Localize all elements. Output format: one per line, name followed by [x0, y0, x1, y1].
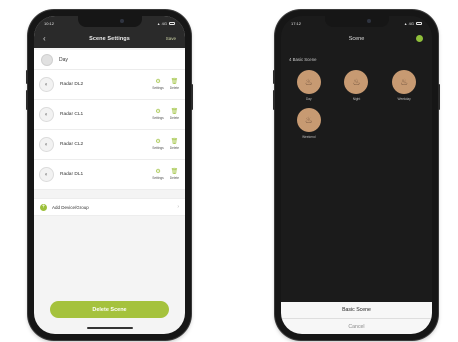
lamp-icon: ♨: [344, 70, 369, 94]
power-button: [191, 84, 193, 110]
add-device-group-label: Add Device/Group: [52, 204, 89, 210]
back-chevron-icon[interactable]: ‹: [43, 34, 57, 43]
carrier-label: 4G: [161, 21, 167, 26]
device-row[interactable]: ◐ Radar CL1 ⚙ Settings 🗑︎ Delete: [34, 100, 185, 130]
scene-name-row[interactable]: Day: [34, 50, 185, 70]
section-title: 4 Basic Scene: [289, 57, 317, 62]
action-sheet: Basic Scene Cancel: [281, 302, 432, 334]
right-phone-frame: 17:12 ▴ 4G Scene 4 Basic Scene ♨ Day ♨ N…: [273, 10, 440, 340]
home-indicator: [86, 327, 133, 329]
scene-tile[interactable]: ♨ Night: [333, 70, 381, 101]
page-title: Scene Settings: [89, 35, 130, 42]
radar-sensor-icon: ◐: [39, 77, 54, 92]
cancel-button[interactable]: Cancel: [281, 318, 432, 334]
device-row[interactable]: ◐ Radar DL2 ⚙ Settings 🗑︎ Delete: [34, 70, 185, 100]
phone-notch: [324, 16, 389, 27]
gear-icon: ⚙: [155, 169, 161, 175]
scene-tile[interactable]: ♨ Day: [285, 70, 333, 101]
nav-bar: Scene: [281, 29, 432, 49]
lamp-icon: ♨: [296, 108, 321, 132]
signal-icon: ▴: [404, 21, 407, 26]
scene-avatar: [41, 53, 53, 66]
radar-sensor-icon: ◐: [39, 107, 54, 122]
nav-bar: ‹ Scene Settings Save: [34, 29, 185, 48]
device-row[interactable]: ◐ Radar CL2 ⚙ Settings 🗑︎ Delete: [34, 130, 185, 160]
device-name: Radar DL1: [60, 172, 84, 177]
profile-icon[interactable]: [416, 35, 423, 42]
phone-notch: [77, 16, 142, 27]
status-time: 17:12: [291, 21, 302, 26]
scene-tile[interactable]: ♨ Weekday: [380, 70, 428, 101]
signal-icon: ▴: [157, 21, 160, 26]
volume-button: [273, 90, 275, 110]
device-row[interactable]: ◐ Radar DL1 ⚙ Settings 🗑︎ Delete: [34, 160, 185, 190]
device-delete-button[interactable]: 🗑︎ Delete: [170, 139, 179, 150]
lamp-icon: ♨: [392, 70, 417, 94]
carrier-label: 4G: [408, 21, 414, 26]
battery-icon: [169, 22, 175, 25]
volume-button: [26, 70, 28, 84]
scene-label: Day: [305, 97, 312, 101]
device-settings-button[interactable]: ⚙ Settings: [152, 79, 164, 90]
scene-settings-screen: 10:12 ▴ 4G ‹ Scene Settings Save Day ◐ R…: [34, 16, 185, 334]
volume-button: [273, 70, 275, 84]
basic-scene-option[interactable]: Basic Scene: [281, 302, 432, 318]
left-phone-frame: 10:12 ▴ 4G ‹ Scene Settings Save Day ◐ R…: [26, 10, 193, 340]
scene-list-screen: 17:12 ▴ 4G Scene 4 Basic Scene ♨ Day ♨ N…: [281, 16, 432, 334]
gear-icon: ⚙: [155, 139, 161, 145]
trash-icon: 🗑︎: [170, 139, 179, 145]
gear-icon: ⚙: [155, 79, 161, 85]
device-name: Radar CL1: [60, 112, 84, 117]
device-settings-button[interactable]: ⚙ Settings: [152, 169, 164, 180]
scene-label: Night: [352, 97, 361, 101]
radar-sensor-icon: ◐: [39, 167, 54, 182]
device-settings-button[interactable]: ⚙ Settings: [152, 109, 164, 120]
scene-name-text: Day: [59, 56, 68, 63]
device-delete-button[interactable]: 🗑︎ Delete: [170, 109, 179, 120]
trash-icon: 🗑︎: [170, 109, 179, 115]
save-button[interactable]: Save: [162, 36, 176, 41]
scene-tile[interactable]: ♨ Weekend: [285, 108, 333, 139]
device-name: Radar CL2: [60, 142, 84, 147]
device-delete-button[interactable]: 🗑︎ Delete: [170, 79, 179, 90]
device-list: ◐ Radar DL2 ⚙ Settings 🗑︎ Delete ◐ Radar…: [34, 70, 185, 190]
trash-icon: 🗑︎: [170, 169, 179, 175]
scene-grid: ♨ Day ♨ Night ♨ Weekday ♨ Weekend: [281, 70, 432, 139]
volume-button: [26, 90, 28, 110]
delete-scene-button[interactable]: Delete Scene: [50, 301, 169, 318]
battery-icon: [416, 22, 422, 25]
add-device-group-row[interactable]: + Add Device/Group ›: [34, 198, 185, 216]
chevron-right-icon: ›: [177, 204, 179, 210]
trash-icon: 🗑︎: [170, 79, 179, 85]
radar-sensor-icon: ◐: [39, 137, 54, 152]
plus-circle-icon: +: [40, 203, 47, 211]
device-settings-button[interactable]: ⚙ Settings: [152, 139, 164, 150]
scene-label: Weekday: [397, 97, 411, 101]
device-delete-button[interactable]: 🗑︎ Delete: [170, 169, 179, 180]
power-button: [438, 84, 440, 110]
lamp-icon: ♨: [296, 70, 321, 94]
status-time: 10:12: [44, 21, 55, 26]
page-title: Scene: [348, 36, 365, 42]
gear-icon: ⚙: [155, 109, 161, 115]
device-name: Radar DL2: [60, 82, 84, 87]
scene-label: Weekend: [302, 135, 316, 139]
